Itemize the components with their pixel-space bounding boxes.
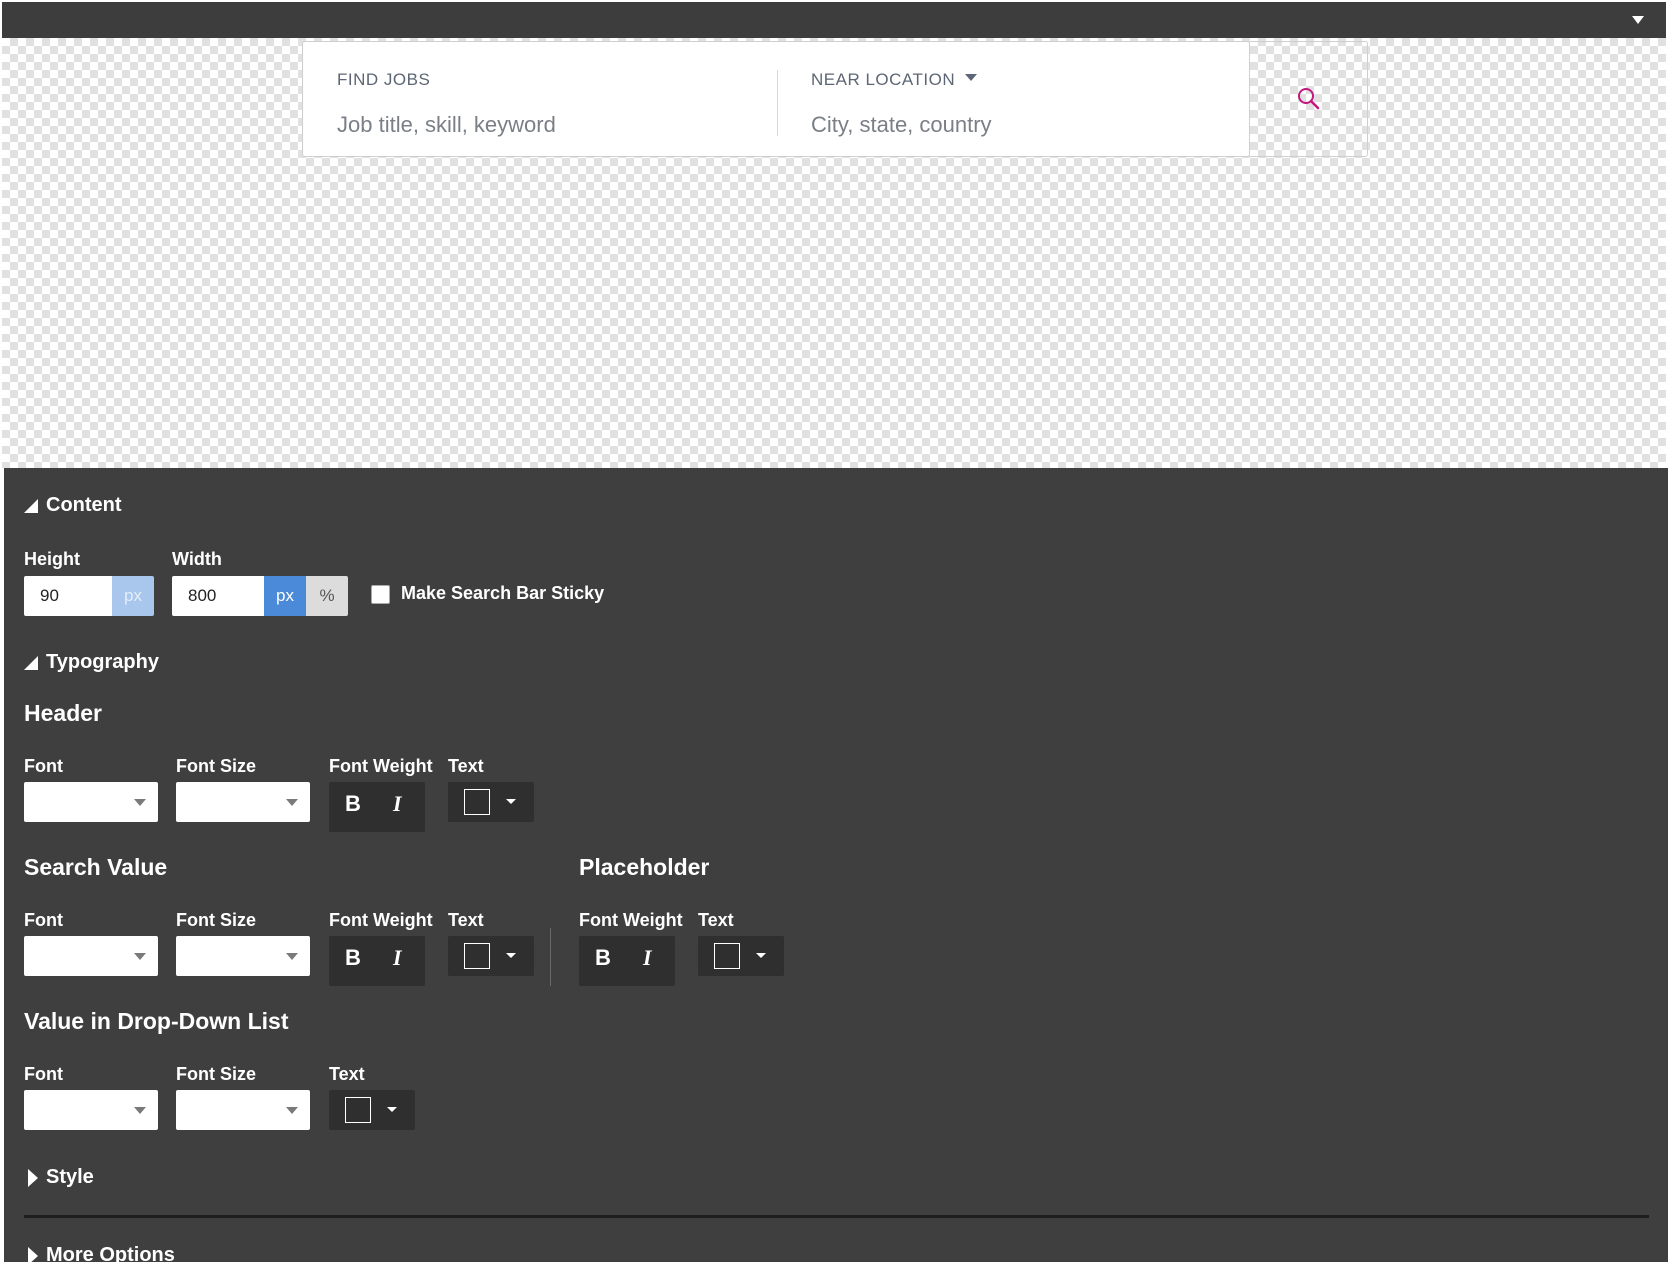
search-value-font-weight-group: B I — [329, 936, 425, 986]
header-italic-button[interactable]: I — [393, 791, 402, 817]
search-value-font-size-select[interactable] — [176, 936, 310, 976]
placeholder-italic-button[interactable]: I — [643, 945, 652, 971]
style-section-toggle[interactable]: Style — [28, 1166, 94, 1189]
style-section-title: Style — [46, 1166, 94, 1188]
header-subsection-title: Header — [24, 700, 102, 726]
near-location-label: NEAR LOCATION — [811, 70, 956, 89]
search-divider — [777, 70, 778, 136]
search-value-italic-button[interactable]: I — [393, 945, 402, 971]
content-section-toggle[interactable]: Content — [24, 494, 122, 517]
find-jobs-placeholder: Job title, skill, keyword — [337, 112, 556, 137]
search-value-bold-button[interactable]: B — [345, 945, 361, 971]
width-field: 800 px % — [172, 576, 348, 616]
search-value-font-select[interactable] — [24, 936, 158, 976]
search-button[interactable] — [1250, 41, 1368, 157]
location-caret-icon[interactable] — [965, 73, 978, 81]
caret-down-icon — [506, 953, 516, 958]
collapsed-triangle-icon — [28, 1168, 38, 1187]
sticky-label: Make Search Bar Sticky — [401, 583, 605, 603]
dropdown-value-font-label: Font — [24, 1064, 63, 1084]
placeholder-text-label: Text — [698, 910, 734, 930]
color-swatch — [345, 1097, 371, 1123]
search-value-font-label: Font — [24, 910, 63, 930]
collapse-caret-icon[interactable] — [1632, 16, 1644, 24]
caret-down-icon — [387, 1107, 397, 1112]
find-jobs-label: FIND JOBS — [337, 70, 431, 89]
more-options-section-toggle[interactable]: More Options — [28, 1244, 175, 1267]
placeholder-font-weight-group: B I — [579, 936, 675, 986]
width-label: Width — [172, 549, 222, 569]
section-divider — [24, 1215, 1649, 1218]
dropdown-value-font-size-select[interactable] — [176, 1090, 310, 1130]
color-swatch — [714, 943, 740, 969]
width-unit-px-button[interactable]: px — [264, 576, 306, 616]
vertical-divider — [550, 928, 551, 986]
search-value-font-weight-label: Font Weight — [329, 910, 433, 930]
header-text-label: Text — [448, 756, 484, 776]
dropdown-value-text-color-picker[interactable] — [329, 1090, 415, 1130]
color-swatch — [464, 943, 490, 969]
height-label: Height — [24, 549, 80, 569]
more-options-section-title: More Options — [46, 1244, 175, 1266]
height-unit-px: px — [112, 576, 154, 616]
typography-section-toggle[interactable]: Typography — [24, 651, 159, 674]
typography-section-title: Typography — [46, 651, 159, 673]
settings-panel: Content Height 90 px Width 800 px % Make… — [4, 468, 1668, 1266]
search-value-font-size-label: Font Size — [176, 910, 256, 930]
near-location-field[interactable]: NEAR LOCATION City, state, country — [811, 70, 992, 138]
placeholder-subsection-title: Placeholder — [579, 854, 710, 880]
header-font-select[interactable] — [24, 782, 158, 822]
width-input[interactable]: 800 — [172, 576, 264, 616]
dropdown-value-text-label: Text — [329, 1064, 365, 1084]
color-swatch — [464, 789, 490, 815]
header-font-size-select[interactable] — [176, 782, 310, 822]
height-field: 90 px — [24, 576, 154, 616]
search-bar-preview: FIND JOBS Job title, skill, keyword NEAR… — [302, 41, 1250, 157]
near-location-label-row: NEAR LOCATION — [811, 70, 992, 90]
search-value-subsection-title: Search Value — [24, 854, 168, 880]
dropdown-value-font-size-label: Font Size — [176, 1064, 256, 1084]
search-value-text-color-picker[interactable] — [448, 936, 534, 976]
dropdown-value-font-select[interactable] — [24, 1090, 158, 1130]
header-font-weight-group: B I — [329, 782, 425, 832]
header-text-color-picker[interactable] — [448, 782, 534, 822]
caret-down-icon — [756, 953, 766, 958]
header-font-weight-label: Font Weight — [329, 756, 433, 776]
expanded-triangle-icon — [24, 655, 38, 670]
content-section-title: Content — [46, 494, 122, 516]
header-font-label: Font — [24, 756, 63, 776]
placeholder-text-color-picker[interactable] — [698, 936, 784, 976]
find-jobs-field[interactable]: FIND JOBS Job title, skill, keyword — [337, 70, 556, 138]
placeholder-font-weight-label: Font Weight — [579, 910, 683, 930]
width-unit-percent-button[interactable]: % — [306, 576, 348, 616]
sticky-checkbox[interactable] — [371, 585, 390, 604]
header-font-size-label: Font Size — [176, 756, 256, 776]
search-icon — [1297, 88, 1319, 110]
top-bar — [2, 2, 1666, 38]
caret-down-icon — [506, 799, 516, 804]
expanded-triangle-icon — [24, 498, 38, 513]
placeholder-bold-button[interactable]: B — [595, 945, 611, 971]
preview-canvas: FIND JOBS Job title, skill, keyword NEAR… — [2, 38, 1666, 468]
header-bold-button[interactable]: B — [345, 791, 361, 817]
dropdown-value-subsection-title: Value in Drop-Down List — [24, 1008, 289, 1034]
search-value-text-label: Text — [448, 910, 484, 930]
near-location-placeholder: City, state, country — [811, 112, 992, 137]
height-input[interactable]: 90 — [24, 576, 112, 616]
